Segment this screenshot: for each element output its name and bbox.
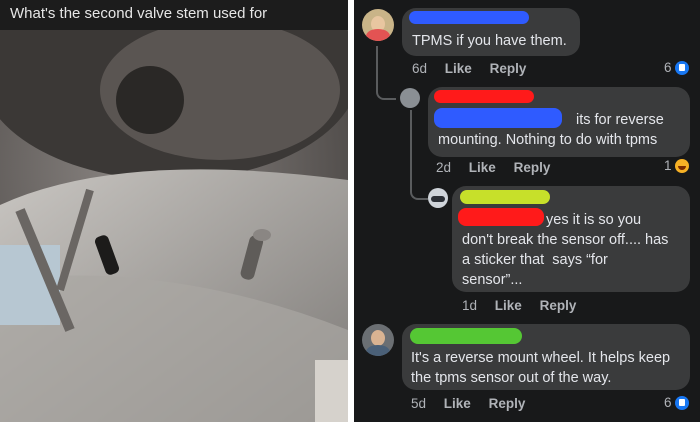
reply-button[interactable]: Reply	[490, 61, 527, 76]
thread-line	[410, 110, 428, 200]
commenter-avatar[interactable]	[362, 324, 394, 356]
haha-icon	[674, 158, 689, 173]
like-button[interactable]: Like	[469, 160, 496, 175]
reaction-count[interactable]: 1	[664, 158, 689, 173]
reply-button[interactable]: Reply	[514, 160, 551, 175]
comment-text-line: yes it is so you	[546, 212, 642, 228]
comment-text-line: the tpms sensor out of the way.	[411, 370, 612, 386]
comment-time[interactable]: 1d	[462, 298, 477, 313]
comment-time[interactable]: 2d	[436, 160, 451, 175]
commenter-avatar[interactable]	[362, 9, 394, 41]
comment-text-line: its for reverse	[576, 112, 664, 128]
like-icon	[674, 395, 689, 410]
comment-time[interactable]: 5d	[411, 396, 426, 411]
comment-text-line: don't break the sensor off.... has	[462, 232, 669, 248]
comment-meta: 6d Like Reply	[412, 61, 540, 76]
like-button[interactable]: Like	[445, 61, 472, 76]
comment-text-line: a sticker that says “for	[462, 252, 608, 268]
wheel-photo-illustration	[0, 30, 348, 422]
post-image-panel: What's the second valve stem used for	[0, 0, 348, 422]
post-title: What's the second valve stem used for	[10, 5, 268, 22]
redacted-mention	[458, 208, 544, 226]
comment-text-line: mounting. Nothing to do with tpms	[438, 132, 658, 148]
comment-meta: 2d Like Reply	[436, 160, 564, 175]
comment-time[interactable]: 6d	[412, 61, 427, 76]
comments-panel: TPMS if you have them. 6d Like Reply 6 i…	[354, 0, 700, 422]
commenter-avatar[interactable]	[400, 88, 420, 108]
like-icon	[674, 60, 689, 75]
like-button[interactable]: Like	[495, 298, 522, 313]
comment-meta: 5d Like Reply	[411, 396, 539, 411]
thread-line	[376, 46, 396, 100]
comment-text: TPMS if you have them.	[412, 33, 567, 49]
reply-button[interactable]: Reply	[489, 396, 526, 411]
reply-button[interactable]: Reply	[540, 298, 577, 313]
redacted-name	[434, 90, 534, 103]
redacted-name	[460, 190, 550, 204]
redacted-name	[410, 328, 522, 344]
redacted-mention	[434, 108, 562, 128]
commenter-avatar[interactable]	[428, 188, 448, 208]
reaction-count[interactable]: 6	[664, 60, 689, 75]
comment-text-line: sensor”...	[462, 272, 523, 288]
reaction-count[interactable]: 6	[664, 395, 689, 410]
wheel-photo[interactable]	[0, 30, 348, 422]
comment-meta: 1d Like Reply	[462, 298, 590, 313]
like-button[interactable]: Like	[444, 396, 471, 411]
redacted-name	[409, 11, 529, 24]
comment-text-line: It's a reverse mount wheel. It helps kee…	[411, 350, 671, 366]
